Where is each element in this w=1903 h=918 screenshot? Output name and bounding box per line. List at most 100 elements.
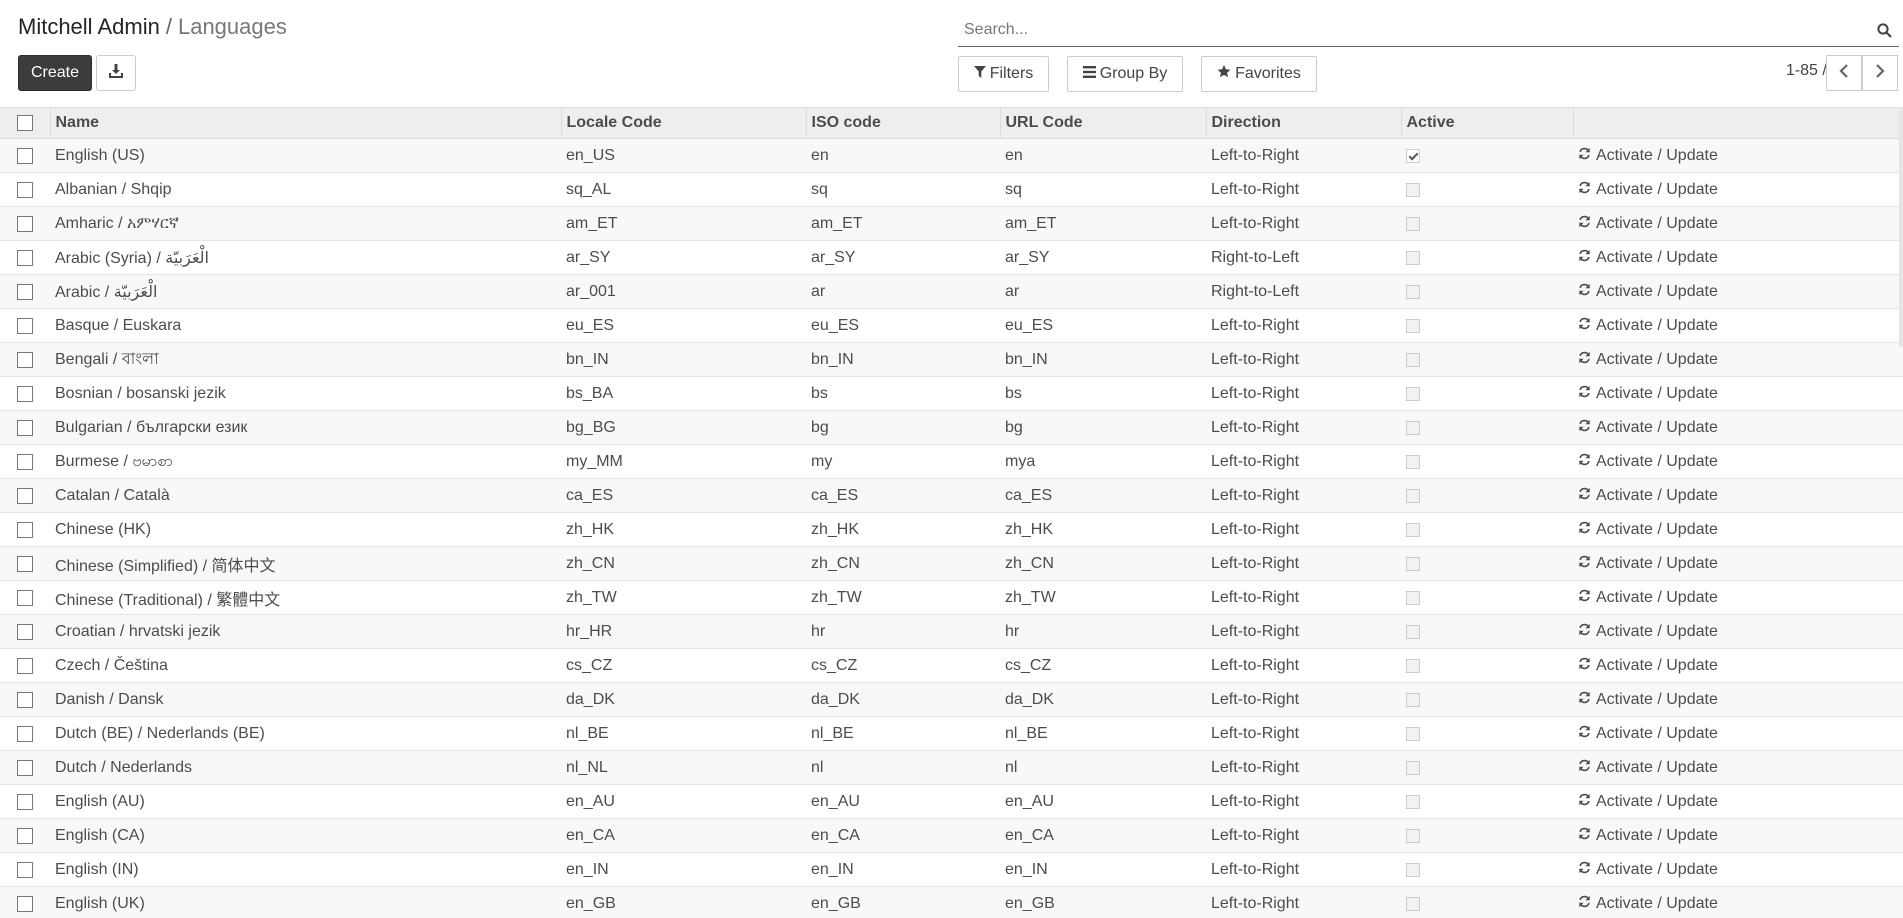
table-row[interactable]: Arabic / الْعَرَبيّة ar_001 ar ar Right-to-L… [0,274,1903,309]
cell-iso-code[interactable]: en_AU [806,785,1000,819]
table-row[interactable]: Chinese (HK) zh_HK zh_HK zh_HK Left-to-Right… [0,513,1903,547]
cell-url-code[interactable]: bs [1000,377,1206,411]
table-row[interactable]: Catalan / Català ca_ES ca_ES ca_ES Left-to-R… [0,478,1903,513]
activate-update-button[interactable]: Activate / Update [1578,453,1903,471]
table-row[interactable]: Dutch (BE) / Nederlands (BE) nl_BE nl_BE nl… [0,717,1903,751]
cell-iso-code[interactable]: ar [806,275,1000,309]
activate-update-button[interactable]: Activate / Update [1578,147,1903,165]
scrollbar[interactable] [1899,107,1903,347]
cell-url-code[interactable]: cs_CZ [1000,649,1206,683]
cell-name[interactable]: English (CA) [50,819,561,853]
cell-iso-code[interactable]: am_ET [806,207,1000,241]
row-checkbox[interactable] [17,351,33,368]
cell-iso-code[interactable]: en [806,139,1000,173]
create-button[interactable]: Create [18,55,92,91]
column-header-locale-code[interactable]: Locale Code [560,107,806,139]
cell-iso-code[interactable]: ca_ES [806,479,1000,513]
cell-url-code[interactable]: ar_SY [1000,241,1206,275]
group-by-button[interactable]: Group By [1067,56,1183,92]
cell-direction[interactable]: Left-to-Right [1206,343,1401,377]
cell-direction[interactable]: Left-to-Right [1206,479,1401,513]
pager-previous-button[interactable] [1826,55,1862,91]
cell-direction[interactable]: Left-to-Right [1206,547,1401,581]
cell-name[interactable]: Bulgarian / български език [50,411,561,445]
cell-url-code[interactable]: bn_IN [1000,343,1206,377]
download-button[interactable] [96,55,136,91]
cell-name[interactable]: Burmese / ဗမာစာ [50,445,561,479]
activate-update-button[interactable]: Activate / Update [1578,725,1903,743]
search-icon[interactable] [1869,22,1899,38]
pager-next-button[interactable] [1862,55,1898,91]
cell-locale-code[interactable]: en_AU [561,785,806,819]
activate-update-button[interactable]: Activate / Update [1578,351,1903,369]
row-checkbox[interactable] [17,419,33,436]
cell-direction[interactable]: Left-to-Right [1206,309,1401,343]
cell-url-code[interactable]: nl_BE [1000,717,1206,751]
table-row[interactable]: Chinese (Traditional) / 繁體中文 zh_TW zh_TW zh… [0,581,1903,615]
table-row[interactable]: English (AU) en_AU en_AU en_AU Left-to-Right… [0,785,1903,819]
activate-update-button[interactable]: Activate / Update [1578,419,1903,437]
cell-name[interactable]: Basque / Euskara [50,309,561,343]
cell-url-code[interactable]: ca_ES [1000,479,1206,513]
cell-direction[interactable]: Left-to-Right [1206,785,1401,819]
cell-locale-code[interactable]: zh_CN [561,547,806,581]
table-row[interactable]: Amharic / አምሃርኛ am_ET am_ET am_ET Left-to-Ri… [0,206,1903,241]
cell-locale-code[interactable]: bn_IN [561,343,806,377]
cell-direction[interactable]: Left-to-Right [1206,887,1401,918]
table-row[interactable]: Bosnian / bosanski jezik bs_BA bs bs Left-to… [0,377,1903,411]
cell-iso-code[interactable]: zh_TW [806,581,1000,615]
activate-update-button[interactable]: Activate / Update [1578,793,1903,811]
cell-iso-code[interactable]: zh_CN [806,547,1000,581]
cell-direction[interactable]: Left-to-Right [1206,377,1401,411]
cell-url-code[interactable]: eu_ES [1000,309,1206,343]
row-checkbox[interactable] [17,725,33,742]
cell-locale-code[interactable]: en_IN [561,853,806,887]
cell-direction[interactable]: Left-to-Right [1206,751,1401,785]
row-checkbox[interactable] [17,657,33,674]
filters-button[interactable]: Filters [958,56,1049,92]
row-checkbox[interactable] [17,147,33,164]
cell-name[interactable]: Croatian / hrvatski jezik [50,615,561,649]
table-row[interactable]: Czech / Čeština cs_CZ cs_CZ cs_CZ Left-to-Ri… [0,649,1903,683]
row-checkbox[interactable] [17,249,33,266]
cell-locale-code[interactable]: ca_ES [561,479,806,513]
activate-update-button[interactable]: Activate / Update [1578,249,1903,267]
cell-url-code[interactable]: am_ET [1000,207,1206,241]
table-row[interactable]: Danish / Dansk da_DK da_DK da_DK Left-to-Rig… [0,682,1903,717]
row-checkbox[interactable] [17,181,33,198]
row-checkbox[interactable] [17,215,33,232]
cell-name[interactable]: Chinese (Traditional) / 繁體中文 [50,581,561,615]
cell-locale-code[interactable]: bg_BG [561,411,806,445]
cell-direction[interactable]: Left-to-Right [1206,139,1401,173]
cell-name[interactable]: Danish / Dansk [50,683,561,717]
column-header-direction[interactable]: Direction [1205,107,1401,139]
activate-update-button[interactable]: Activate / Update [1578,691,1903,709]
activate-update-button[interactable]: Activate / Update [1578,215,1903,233]
cell-name[interactable]: Chinese (Simplified) / 简体中文 [50,547,561,581]
row-checkbox[interactable] [17,521,33,538]
cell-iso-code[interactable]: my [806,445,1000,479]
cell-name[interactable]: English (AU) [50,785,561,819]
cell-direction[interactable]: Right-to-Left [1206,241,1401,275]
cell-name[interactable]: Dutch (BE) / Nederlands (BE) [50,717,561,751]
activate-update-button[interactable]: Activate / Update [1578,283,1903,301]
cell-locale-code[interactable]: zh_HK [561,513,806,547]
select-all-checkbox[interactable] [17,115,33,131]
cell-url-code[interactable]: nl [1000,751,1206,785]
cell-url-code[interactable]: ar [1000,275,1206,309]
cell-iso-code[interactable]: da_DK [806,683,1000,717]
table-row[interactable]: Arabic (Syria) / الْعَرَبيّة ar_SY ar_SY ar… [0,241,1903,275]
column-header-name[interactable]: Name [49,107,561,139]
table-row[interactable]: English (IN) en_IN en_IN en_IN Left-to-Right… [0,853,1903,887]
row-checkbox[interactable] [17,861,33,878]
cell-url-code[interactable]: zh_TW [1000,581,1206,615]
cell-url-code[interactable]: en [1000,139,1206,173]
activate-update-button[interactable]: Activate / Update [1578,759,1903,777]
table-row[interactable]: Burmese / ဗမာစာ my_MM my mya Left-to-Right Ac… [0,445,1903,479]
cell-direction[interactable]: Left-to-Right [1206,513,1401,547]
table-row[interactable]: English (CA) en_CA en_CA en_CA Left-to-Right… [0,818,1903,853]
cell-direction[interactable]: Left-to-Right [1206,819,1401,853]
cell-direction[interactable]: Left-to-Right [1206,173,1401,207]
cell-name[interactable]: Chinese (HK) [50,513,561,547]
cell-locale-code[interactable]: nl_BE [561,717,806,751]
